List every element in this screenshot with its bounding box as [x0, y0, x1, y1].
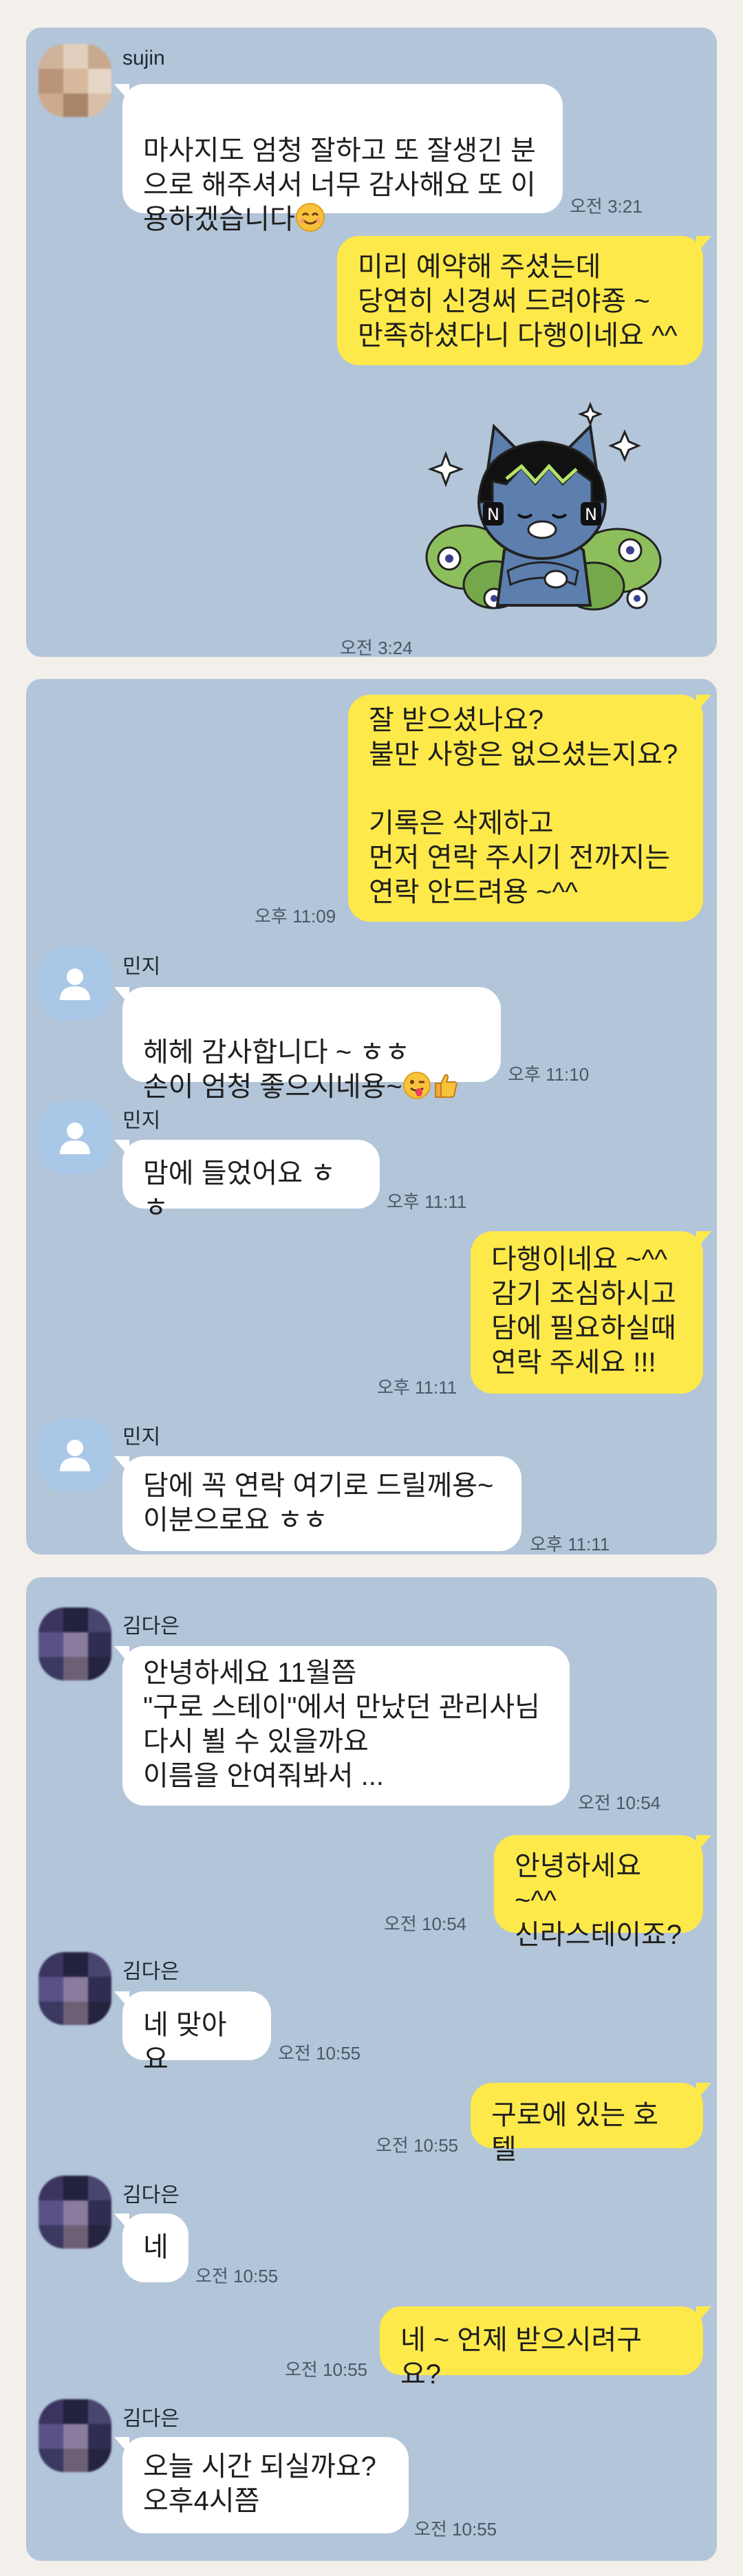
timestamp: 오후 11:10 — [508, 1064, 590, 1085]
sender-name: 김다은 — [122, 1960, 180, 1983]
timestamp: 오전 10:55 — [376, 2135, 459, 2156]
timestamp: 오후 11:11 — [530, 1534, 610, 1555]
avatar-default[interactable] — [39, 947, 111, 1020]
sender-name: 민지 — [122, 1110, 161, 1132]
incoming-message[interactable]: 맘에 들었어요 ㅎㅎ — [114, 1140, 380, 1223]
timestamp: 오전 10:55 — [278, 2043, 361, 2064]
chat-panel-1: sujin 마사지도 엄청 잘하고 또 잘생긴 분 으로 해주셔서 너무 감사해… — [26, 28, 717, 657]
timestamp: 오후 11:09 — [255, 906, 336, 927]
smiling-face-icon — [295, 202, 325, 241]
timestamp: 오후 11:11 — [387, 1191, 467, 1212]
timestamp: 오전 10:54 — [384, 1914, 467, 1934]
incoming-message[interactable]: 네 — [114, 2214, 189, 2282]
avatar-kimdaeun[interactable] — [39, 2176, 111, 2249]
svg-text:N: N — [487, 505, 499, 524]
sender-name: 김다은 — [122, 1615, 180, 1638]
timestamp: 오후 11:11 — [377, 1377, 457, 1398]
timestamp: 오전 3:21 — [570, 196, 643, 217]
sender-name: 김다은 — [122, 2184, 180, 2207]
cat-character-sticker-icon[interactable]: N N — [418, 399, 700, 619]
outgoing-message[interactable]: 구로에 있는 호텔 — [471, 2083, 711, 2165]
avatar-kimdaeun[interactable] — [39, 1952, 111, 2025]
timestamp: 오전 3:24 — [340, 638, 413, 657]
sender-name: 김다은 — [122, 2407, 180, 2430]
incoming-message[interactable]: 오늘 시간 되실까요? 오후4시쯤 — [114, 2437, 409, 2533]
incoming-message[interactable]: 마사지도 엄청 잘하고 또 잘생긴 분 으로 해주셔서 너무 감사해요 또 이 … — [114, 84, 563, 235]
incoming-message[interactable]: 네 맞아요 — [114, 1991, 271, 2075]
message-text: 마사지도 엄청 잘하고 또 잘생긴 분 으로 해주셔서 너무 감사해요 또 이 … — [143, 136, 536, 235]
avatar-kimdaeun[interactable] — [39, 2399, 111, 2472]
timestamp: 오전 10:55 — [195, 2266, 279, 2286]
sender-name: 민지 — [122, 1426, 161, 1449]
svg-text:N: N — [585, 505, 597, 524]
outgoing-message[interactable]: 네 ~ 언제 받으시려구요? — [380, 2306, 711, 2390]
avatar-sujin[interactable] — [39, 44, 111, 117]
outgoing-message[interactable]: 미리 예약해 주셨는데 당연히 신경써 드려야죵 ~ 만족하셨다니 다행이네요 … — [337, 236, 711, 365]
timestamp: 오전 10:54 — [578, 1793, 661, 1813]
incoming-message[interactable]: 안녕하세요 11월쯤 "구로 스테이"에서 만났던 관리사님 다시 뵐 수 있을… — [114, 1646, 570, 1806]
outgoing-message[interactable]: 안녕하세요 ~^^ 신라스테이죠? — [494, 1835, 711, 1950]
timestamp: 오전 10:55 — [285, 2359, 368, 2380]
message-text: 헤헤 감사합니다 ~ ㅎㅎ 손이 엄청 좋으시네용~ — [143, 1037, 410, 1102]
outgoing-message[interactable]: 잘 받으셨나요? 불만 사항은 없으셨는지요? 기록은 삭제하고 먼저 연락 주… — [348, 695, 711, 922]
thumbs-up-icon — [431, 1071, 459, 1108]
avatar-default[interactable] — [39, 1418, 111, 1491]
timestamp: 오전 10:55 — [414, 2519, 497, 2540]
incoming-message[interactable]: 헤헤 감사합니다 ~ ㅎㅎ 손이 엄청 좋으시네용~ — [114, 987, 501, 1102]
outgoing-message[interactable]: 다행이네요 ~^^ 감기 조심하시고 담에 필요하실때 연락 주세요 !!! — [471, 1231, 711, 1394]
winking-tongue-face-icon — [402, 1071, 431, 1108]
avatar-default[interactable] — [39, 1101, 111, 1174]
chat-panel-3: 김다은 안녕하세요 11월쯤 "구로 스테이"에서 만났던 관리사님 다시 뵐 … — [26, 1577, 717, 2561]
sender-name: 민지 — [122, 955, 161, 978]
avatar-kimdaeun[interactable] — [39, 1608, 111, 1680]
sender-name: sujin — [122, 47, 165, 69]
chat-panel-2: 잘 받으셨나요? 불만 사항은 없으셨는지요? 기록은 삭제하고 먼저 연락 주… — [26, 679, 717, 1555]
incoming-message[interactable]: 담에 꼭 연락 여기로 드릴께용~ 이분으로요 ㅎㅎ — [114, 1456, 521, 1551]
